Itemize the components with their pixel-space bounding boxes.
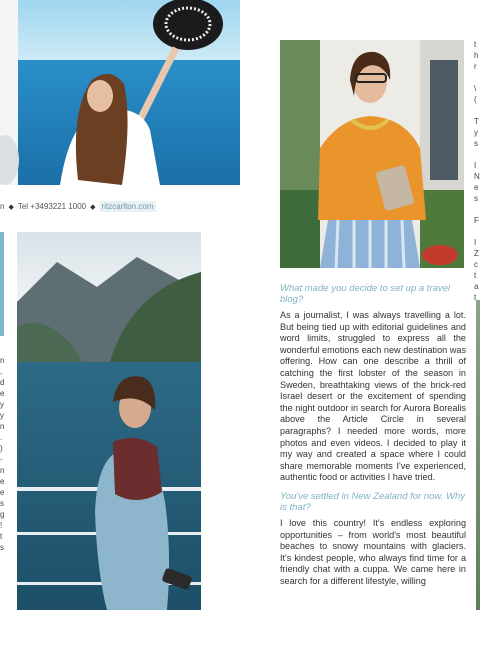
photo-credit-line: n ◆ Tel +3493221 1000 ◆ ritzcarlton.com [0, 201, 156, 212]
right-column-fragment: t h r \(Ty s I Ne s F I Zc t a t [474, 40, 480, 302]
credit-website-link[interactable]: ritzcarlton.com [99, 201, 156, 212]
article-text-column: What made you decide to set up a travel … [280, 283, 466, 594]
credit-lead: n [0, 202, 5, 211]
left-column-fragment: n, d e y y n.) - n e e s g! t s [0, 356, 5, 552]
credit-tel: Tel +3493221 1000 [17, 202, 87, 211]
interview-question: What made you decide to set up a travel … [280, 283, 451, 305]
teal-edge-strip [0, 232, 4, 336]
photo-woman-overalls-fjord [17, 232, 201, 610]
photo-woman-hat-sea [0, 0, 240, 185]
diamond-icon: ◆ [8, 204, 14, 211]
diamond-icon: ◆ [90, 204, 96, 211]
photo-woman-orange-sweater [280, 40, 464, 268]
interview-answer: I love this country! It's endless explor… [280, 517, 466, 586]
interview-answer: As a journalist, I was always travelling… [280, 310, 466, 483]
right-edge-photo-sliver [476, 300, 480, 610]
interview-question: You've settled in New Zealand for now. W… [280, 490, 466, 513]
